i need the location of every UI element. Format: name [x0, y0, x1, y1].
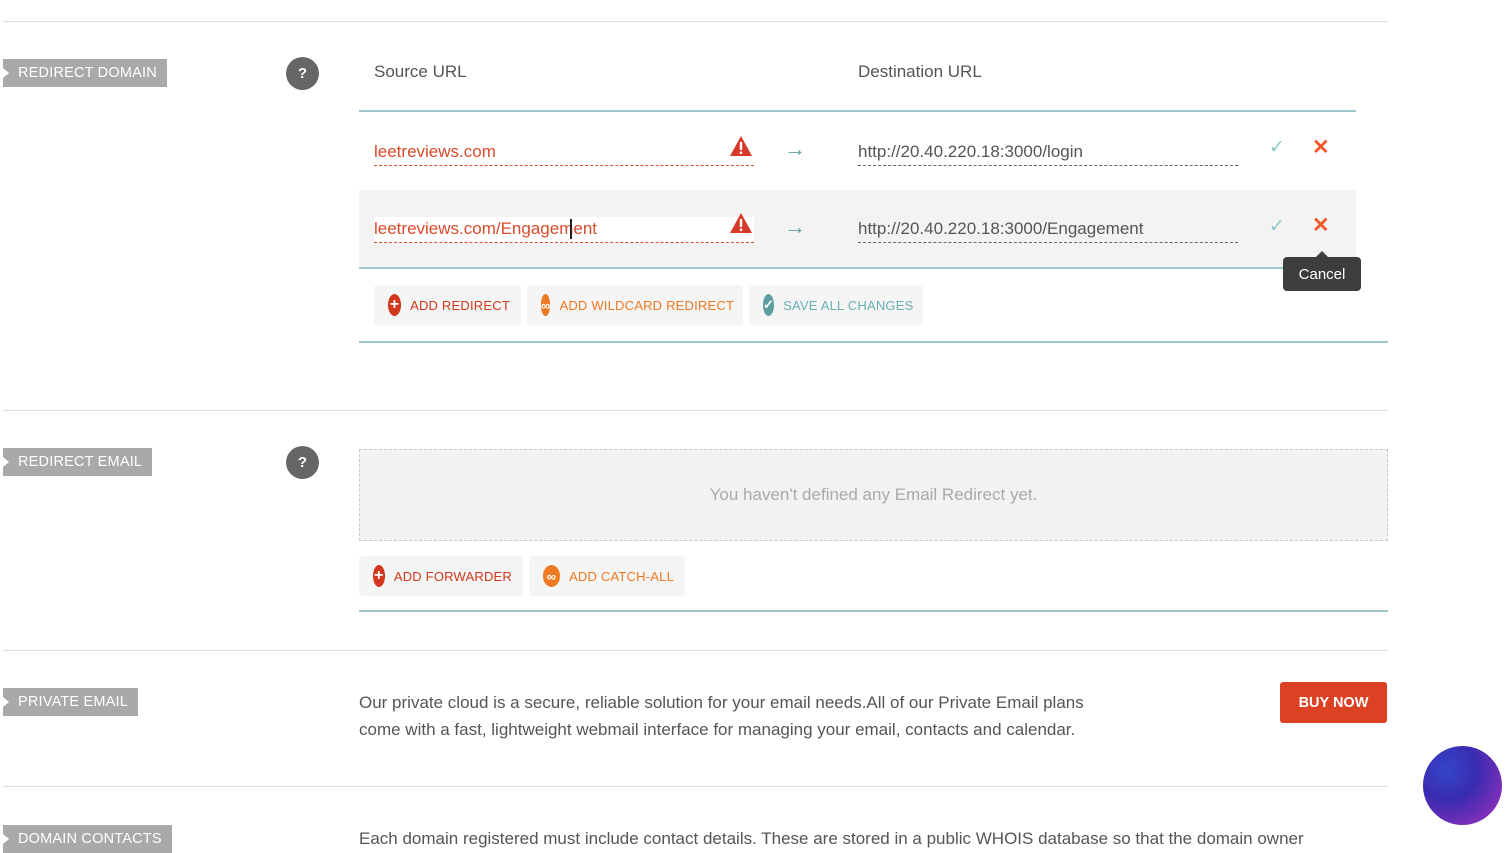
private-email-description-line2: come with a fast, lightweight webmail in…: [359, 720, 1076, 739]
add-redirect-label: ADD REDIRECT: [410, 297, 510, 313]
save-all-changes-button[interactable]: ✓ SAVE ALL CHANGES: [749, 285, 923, 325]
section-tag-private-email: PRIVATE EMAIL: [3, 688, 139, 716]
arrow-right-icon: →: [784, 214, 806, 239]
section-tag-domain-contacts: DOMAIN CONTACTS: [3, 825, 172, 853]
destination-url-header: Destination URL: [858, 62, 982, 81]
source-url-input[interactable]: leetreviews.com/Engagement: [374, 217, 754, 243]
table-footer-divider: [359, 267, 1356, 269]
add-catch-all-button[interactable]: ∞ ADD CATCH-ALL: [529, 556, 685, 596]
infinity-icon: ∞: [541, 294, 551, 316]
destination-url-input[interactable]: http://20.40.220.18:3000/Engagement: [858, 217, 1238, 243]
divider-top: [3, 21, 1388, 22]
section-tag-redirect-domain: REDIRECT DOMAIN: [3, 59, 167, 87]
plus-icon: +: [388, 294, 402, 316]
confirm-check-icon[interactable]: ✓: [1269, 136, 1285, 159]
divider: [3, 786, 1388, 787]
section-tag-redirect-email: REDIRECT EMAIL: [3, 448, 153, 476]
save-all-label: SAVE ALL CHANGES: [783, 297, 914, 313]
source-url-header: Source URL: [374, 62, 467, 81]
divider: [3, 650, 1388, 651]
private-email-description-line1: Our private cloud is a secure, reliable …: [359, 693, 1084, 712]
empty-email-redirect-message: You haven't defined any Email Redirect y…: [359, 449, 1388, 541]
infinity-icon: ∞: [543, 565, 561, 587]
add-wildcard-label: ADD WILDCARD REDIRECT: [559, 297, 735, 313]
cancel-x-icon[interactable]: ✕: [1312, 213, 1330, 238]
help-icon[interactable]: ?: [286, 446, 319, 479]
add-catch-all-label: ADD CATCH-ALL: [569, 568, 674, 584]
warning-icon: [730, 136, 752, 156]
help-icon[interactable]: ?: [286, 57, 319, 90]
chat-assistant-icon[interactable]: [1423, 746, 1502, 825]
arrow-right-icon: →: [784, 136, 806, 161]
plus-icon: +: [373, 565, 385, 587]
destination-url-input[interactable]: http://20.40.220.18:3000/login: [858, 140, 1238, 166]
text-cursor: [570, 219, 572, 239]
add-forwarder-label: ADD FORWARDER: [393, 568, 512, 584]
add-wildcard-redirect-button[interactable]: ∞ ADD WILDCARD REDIRECT: [527, 285, 743, 325]
domain-contacts-description: Each domain registered must include cont…: [359, 829, 1304, 848]
check-circle-icon: ✓: [763, 294, 775, 316]
confirm-check-icon[interactable]: ✓: [1269, 215, 1285, 238]
add-redirect-button[interactable]: + ADD REDIRECT: [374, 285, 521, 325]
warning-icon: [730, 213, 752, 233]
table-header-divider: [359, 110, 1356, 112]
add-forwarder-button[interactable]: + ADD FORWARDER: [359, 556, 523, 596]
cancel-tooltip: Cancel: [1283, 251, 1361, 291]
divider: [3, 410, 1388, 411]
section-bottom-divider: [359, 610, 1388, 612]
cancel-x-icon[interactable]: ✕: [1312, 135, 1330, 160]
source-url-input[interactable]: leetreviews.com: [374, 140, 754, 166]
section-bottom-divider: [359, 341, 1388, 343]
buy-now-button[interactable]: BUY NOW: [1280, 682, 1387, 723]
